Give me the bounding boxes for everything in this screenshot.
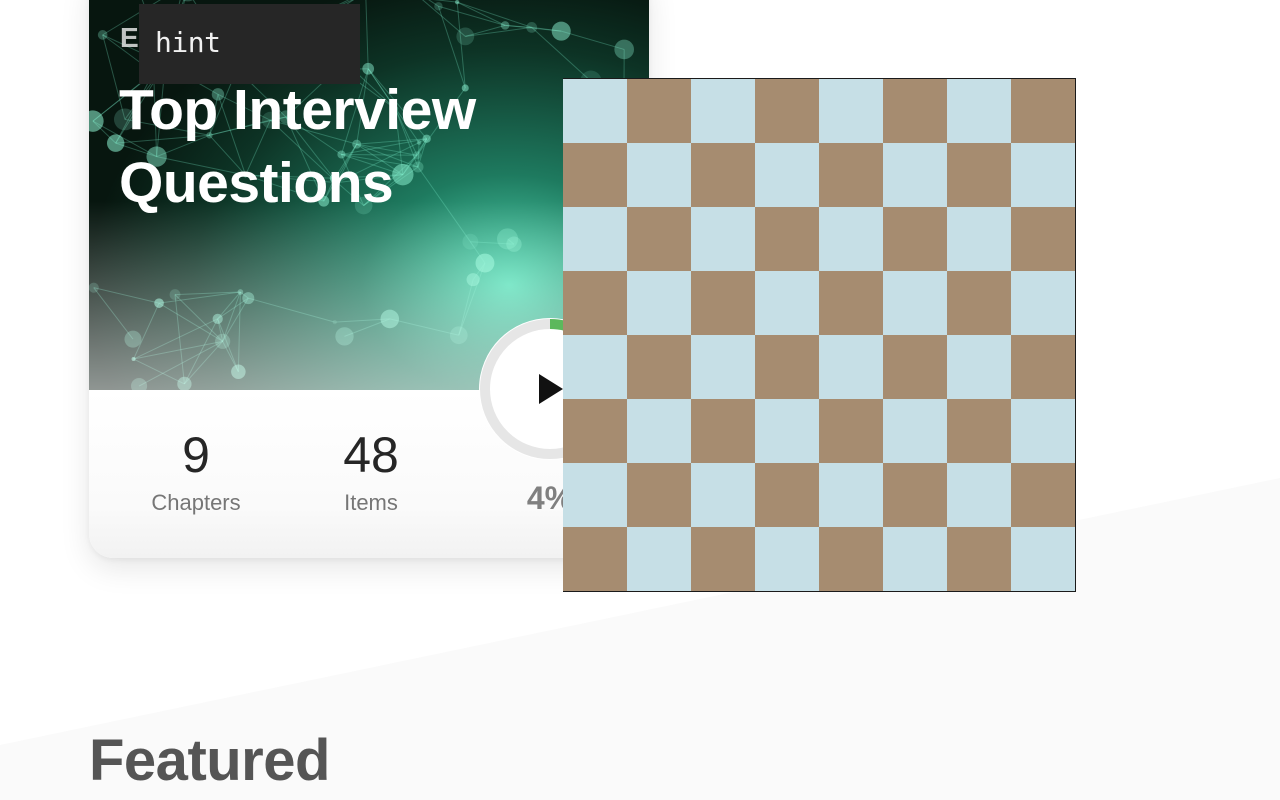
chessboard-square[interactable] bbox=[755, 335, 819, 399]
chessboard-square[interactable] bbox=[883, 399, 947, 463]
chessboard-square[interactable] bbox=[755, 143, 819, 207]
chessboard-square[interactable] bbox=[883, 207, 947, 271]
chessboard-square[interactable] bbox=[883, 335, 947, 399]
chessboard-square[interactable] bbox=[947, 527, 1011, 591]
chessboard-square[interactable] bbox=[1011, 207, 1075, 271]
card-title-line-1: Top Interview bbox=[119, 78, 476, 142]
chessboard-square[interactable] bbox=[819, 271, 883, 335]
chessboard-square[interactable] bbox=[755, 79, 819, 143]
hint-tooltip-text: hint bbox=[155, 26, 221, 59]
chessboard-square[interactable] bbox=[563, 527, 627, 591]
chessboard-square[interactable] bbox=[627, 79, 691, 143]
chessboard-square[interactable] bbox=[627, 143, 691, 207]
chessboard-square[interactable] bbox=[1011, 463, 1075, 527]
chessboard-square[interactable] bbox=[819, 335, 883, 399]
chessboard-square[interactable] bbox=[691, 463, 755, 527]
card-title-line-2: Questions bbox=[119, 151, 394, 215]
stat-items-value: 48 bbox=[343, 427, 399, 483]
chessboard-square[interactable] bbox=[691, 527, 755, 591]
chessboard-square[interactable] bbox=[563, 335, 627, 399]
chessboard-square[interactable] bbox=[563, 207, 627, 271]
chessboard-square[interactable] bbox=[563, 79, 627, 143]
chessboard-square[interactable] bbox=[1011, 399, 1075, 463]
card-title: Top Interview Questions bbox=[119, 74, 559, 220]
chessboard-square[interactable] bbox=[691, 335, 755, 399]
chessboard-square[interactable] bbox=[947, 271, 1011, 335]
chessboard-square[interactable] bbox=[819, 399, 883, 463]
chessboard-square[interactable] bbox=[1011, 335, 1075, 399]
chessboard-square[interactable] bbox=[627, 527, 691, 591]
chessboard-square[interactable] bbox=[819, 463, 883, 527]
chessboard-square[interactable] bbox=[1011, 143, 1075, 207]
chessboard-square[interactable] bbox=[883, 79, 947, 143]
stat-chapters: 9 Chapters bbox=[116, 425, 276, 518]
chessboard-square[interactable] bbox=[691, 271, 755, 335]
chessboard-square[interactable] bbox=[947, 463, 1011, 527]
chessboard-square[interactable] bbox=[627, 463, 691, 527]
hint-tooltip: hint bbox=[139, 4, 360, 84]
chessboard-square[interactable] bbox=[883, 527, 947, 591]
chessboard-square[interactable] bbox=[755, 527, 819, 591]
chessboard-square[interactable] bbox=[627, 399, 691, 463]
chessboard-square[interactable] bbox=[883, 463, 947, 527]
card-eyebrow: E bbox=[120, 22, 140, 53]
chessboard-square[interactable] bbox=[755, 399, 819, 463]
chessboard-square[interactable] bbox=[947, 399, 1011, 463]
chessboard-square[interactable] bbox=[1011, 271, 1075, 335]
chessboard-square[interactable] bbox=[947, 143, 1011, 207]
chessboard-square[interactable] bbox=[883, 271, 947, 335]
chessboard-square[interactable] bbox=[755, 463, 819, 527]
chessboard-square[interactable] bbox=[819, 207, 883, 271]
chessboard-square[interactable] bbox=[691, 143, 755, 207]
stat-chapters-value: 9 bbox=[182, 427, 210, 483]
chessboard-square[interactable] bbox=[563, 399, 627, 463]
chessboard-square[interactable] bbox=[691, 399, 755, 463]
stat-chapters-label: Chapters bbox=[151, 490, 241, 515]
chessboard-square[interactable] bbox=[947, 79, 1011, 143]
chessboard-square[interactable] bbox=[947, 335, 1011, 399]
chessboard-square[interactable] bbox=[627, 207, 691, 271]
chessboard-square[interactable] bbox=[947, 207, 1011, 271]
chessboard-square[interactable] bbox=[1011, 527, 1075, 591]
chessboard-square[interactable] bbox=[691, 207, 755, 271]
featured-heading: Featured bbox=[89, 728, 330, 793]
chessboard-square[interactable] bbox=[563, 463, 627, 527]
chessboard-square[interactable] bbox=[755, 271, 819, 335]
chessboard-square[interactable] bbox=[627, 271, 691, 335]
chessboard[interactable] bbox=[563, 78, 1076, 592]
chessboard-square[interactable] bbox=[819, 143, 883, 207]
chessboard-square[interactable] bbox=[819, 79, 883, 143]
chessboard-square[interactable] bbox=[627, 335, 691, 399]
chessboard-square[interactable] bbox=[755, 207, 819, 271]
stat-items: 48 Items bbox=[291, 425, 451, 518]
chessboard-square[interactable] bbox=[1011, 79, 1075, 143]
chessboard-square[interactable] bbox=[883, 143, 947, 207]
chessboard-square[interactable] bbox=[563, 271, 627, 335]
chessboard-square[interactable] bbox=[563, 143, 627, 207]
chessboard-square[interactable] bbox=[691, 79, 755, 143]
chessboard-square[interactable] bbox=[819, 527, 883, 591]
page: E Top Interview Questions 9 Chapters 48 … bbox=[0, 0, 1280, 800]
stat-items-label: Items bbox=[344, 490, 398, 515]
